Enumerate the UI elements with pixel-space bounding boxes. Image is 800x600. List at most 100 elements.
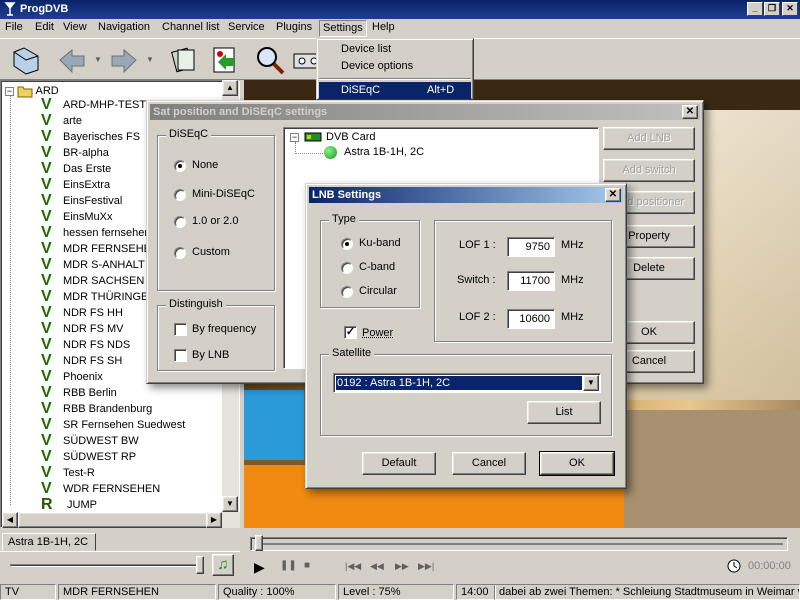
lnb-ok-button[interactable]: OK <box>539 451 615 476</box>
ku-band-radio[interactable] <box>341 238 353 250</box>
satellite-group: Satellite 0192 : Astra 1B-1H, 2C ▼ List <box>320 347 612 436</box>
back-icon[interactable] <box>56 44 88 76</box>
app-titlebar[interactable]: ProgDVB _ ❐ ✕ <box>0 0 800 19</box>
rewind-icon[interactable]: ◀◀ <box>370 561 384 572</box>
menu-edit[interactable]: Edit <box>35 21 54 33</box>
seek-thumb[interactable] <box>255 535 263 551</box>
volume-slider[interactable] <box>10 564 204 567</box>
lof2-unit: MHz <box>561 311 584 323</box>
diseqc-group-label: DiSEqC <box>166 128 212 140</box>
menu-settings[interactable]: Settings <box>319 20 367 37</box>
power-label: Power <box>362 327 394 339</box>
add-switch-button[interactable]: Add switch <box>603 159 695 182</box>
menu-navigation[interactable]: Navigation <box>98 21 150 33</box>
list-item[interactable]: V SR Fernsehen Suedwest <box>1 417 221 433</box>
tv-channel-icon: V <box>41 384 52 401</box>
diseqc-1-0-radio[interactable] <box>174 216 186 228</box>
power-checkbox[interactable]: ✓ <box>344 326 357 339</box>
sat-dialog-close-button[interactable]: ✕ <box>682 105 698 119</box>
list-item[interactable]: V Test-R <box>1 465 221 481</box>
lnb-dialog-close-button[interactable]: ✕ <box>605 188 621 202</box>
skip-back-icon[interactable]: |◀◀ <box>345 561 361 572</box>
seek-bar[interactable] <box>250 537 788 551</box>
play-icon[interactable]: ▶ <box>254 559 265 576</box>
cards-icon[interactable] <box>168 44 200 76</box>
record-icon[interactable] <box>208 44 240 76</box>
circular-radio[interactable] <box>341 286 353 298</box>
forward-icon[interactable] <box>108 44 140 76</box>
menu-item-device-options[interactable]: Device options <box>319 58 471 75</box>
menu-view[interactable]: View <box>63 21 87 33</box>
satellite-select-value: 0192 : Astra 1B-1H, 2C <box>336 376 582 390</box>
pause-icon[interactable]: ❚❚ <box>280 560 297 571</box>
satellite-group-label: Satellite <box>329 347 375 359</box>
open-icon[interactable] <box>10 44 42 76</box>
circular-label: Circular <box>359 285 397 297</box>
channel-label: Das Erste <box>63 163 112 175</box>
list-item[interactable]: V WDR FERNSEHEN <box>1 481 221 497</box>
volume-thumb[interactable] <box>196 556 204 574</box>
switch-input[interactable]: 11700 <box>507 271 555 291</box>
c-band-radio[interactable] <box>341 262 353 274</box>
diseqc-mini-radio[interactable] <box>174 189 186 201</box>
status-level: Level : 75% <box>338 584 454 600</box>
close-button[interactable]: ✕ <box>782 2 798 16</box>
channel-label: NDR FS HH <box>63 307 123 319</box>
skip-forward-icon[interactable]: ▶▶| <box>418 561 434 572</box>
menu-item-device-list[interactable]: Device list <box>319 41 471 58</box>
tv-channel-icon: V <box>41 464 52 481</box>
tv-channel-icon: V <box>41 272 52 289</box>
tree-line <box>10 95 11 505</box>
lnb-dialog-titlebar[interactable]: LNB Settings ✕ <box>309 187 623 203</box>
stop-icon[interactable]: ■ <box>304 560 310 571</box>
diseqc-custom-radio[interactable] <box>174 247 186 259</box>
scroll-thumb[interactable] <box>18 512 208 528</box>
tv-channel-icon: V <box>41 176 52 193</box>
status-quality: Quality : 100% <box>218 584 336 600</box>
satellite-select[interactable]: 0192 : Astra 1B-1H, 2C ▼ <box>333 373 601 393</box>
switch-unit: MHz <box>561 274 584 286</box>
diseqc-none-radio[interactable] <box>174 160 186 172</box>
ku-band-label: Ku-band <box>359 237 401 249</box>
fast-forward-icon[interactable]: ▶▶ <box>395 561 409 572</box>
tv-channel-icon: V <box>41 352 52 369</box>
back-dropdown-icon[interactable]: ▼ <box>94 55 102 64</box>
search-icon[interactable] <box>254 44 286 76</box>
list-item[interactable]: V SÜDWEST BW <box>1 433 221 449</box>
list-item[interactable]: V RBB Brandenburg <box>1 401 221 417</box>
scroll-right-button[interactable]: ▶ <box>206 512 222 528</box>
minimize-button[interactable]: _ <box>747 2 763 16</box>
lnb-cancel-button[interactable]: Cancel <box>452 452 526 475</box>
list-item[interactable]: V SÜDWEST RP <box>1 449 221 465</box>
menu-plugins[interactable]: Plugins <box>276 21 312 33</box>
satellite-tab[interactable]: Astra 1B-1H, 2C <box>2 533 96 551</box>
menu-item-diseqc[interactable]: DiSEqC Alt+D <box>319 82 471 99</box>
dvb-card-label[interactable]: DVB Card <box>326 131 376 143</box>
by-frequency-checkbox[interactable] <box>174 323 187 336</box>
forward-dropdown-icon[interactable]: ▼ <box>146 55 154 64</box>
default-button[interactable]: Default <box>362 452 436 475</box>
tv-channel-icon: V <box>41 480 52 497</box>
satellite-tree-label[interactable]: Astra 1B-1H, 2C <box>342 146 426 158</box>
restore-button[interactable]: ❐ <box>764 2 780 16</box>
menu-file[interactable]: File <box>5 21 23 33</box>
menu-help[interactable]: Help <box>372 21 395 33</box>
lof2-input[interactable]: 10600 <box>507 309 555 329</box>
scroll-left-button[interactable]: ◀ <box>2 512 18 528</box>
add-lnb-button[interactable]: Add LNB <box>603 127 695 150</box>
lof1-input[interactable]: 9750 <box>507 237 555 257</box>
list-item[interactable]: V RBB Berlin <box>1 385 221 401</box>
music-note-icon[interactable]: ♫ <box>212 554 234 576</box>
menu-service[interactable]: Service <box>228 21 265 33</box>
menu-channel-list[interactable]: Channel list <box>162 21 219 33</box>
horizontal-scrollbar[interactable]: ◀ ▶ <box>2 512 240 528</box>
scroll-down-button[interactable]: ▼ <box>222 496 238 512</box>
scroll-up-button[interactable]: ▲ <box>222 80 238 96</box>
list-item[interactable]: R JUMP <box>1 497 221 513</box>
by-lnb-checkbox[interactable] <box>174 349 187 362</box>
sat-dialog-titlebar[interactable]: Sat position and DiSEqC settings ✕ <box>150 104 700 120</box>
chevron-down-icon[interactable]: ▼ <box>583 375 599 391</box>
lof2-label: LOF 2 : <box>459 311 496 323</box>
type-group-label: Type <box>329 213 359 225</box>
list-button[interactable]: List <box>527 401 601 424</box>
